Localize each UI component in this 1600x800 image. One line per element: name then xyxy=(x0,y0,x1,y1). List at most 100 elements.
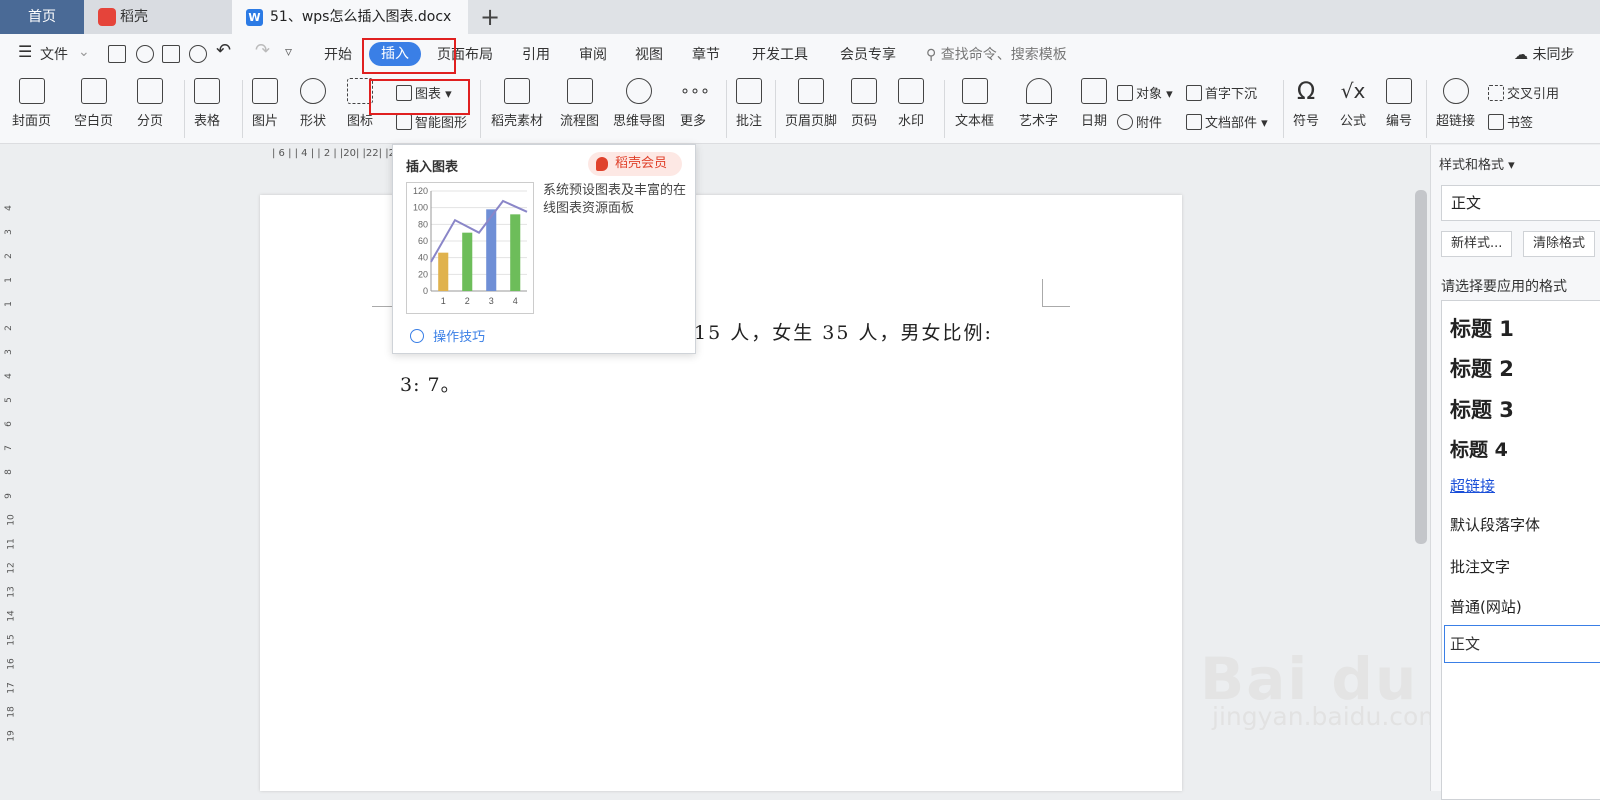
style-item-default-font[interactable]: 默认段落字体 xyxy=(1450,514,1540,535)
tab-home[interactable]: 首页 xyxy=(0,0,84,34)
page-number-button[interactable]: 页码 xyxy=(851,78,877,129)
style-item-hyperlink[interactable]: 超链接 xyxy=(1450,475,1495,496)
divider xyxy=(726,80,727,138)
menu-references[interactable]: 引用 xyxy=(522,44,550,64)
divider xyxy=(775,80,776,138)
command-search[interactable]: ⚲ 查找命令、搜索模板 xyxy=(926,44,1067,64)
textbox-icon xyxy=(961,78,988,104)
numbering-icon xyxy=(1386,78,1412,104)
mindmap-icon xyxy=(626,78,652,104)
redo-icon[interactable]: ↷ xyxy=(255,40,270,61)
flowchart-button[interactable]: 流程图 xyxy=(560,78,599,129)
style-item-heading2[interactable]: 标题 2 xyxy=(1450,353,1514,383)
document-text-line[interactable]: 15 人，女生 35 人，男女比例: xyxy=(694,318,993,345)
menu-file[interactable]: 文件 xyxy=(40,44,68,64)
chart-bar xyxy=(438,252,449,291)
numbering-button[interactable]: 编号 xyxy=(1386,78,1412,129)
header-footer-button[interactable]: 页眉页脚 xyxy=(785,78,837,129)
object-button[interactable]: 对象 ▾ xyxy=(1117,83,1173,102)
page-number-label: 页码 xyxy=(851,114,878,129)
shape-button[interactable]: 形状 xyxy=(300,78,326,129)
menu-member[interactable]: 会员专享 xyxy=(840,44,896,64)
vertical-ruler-number: 2 xyxy=(3,325,14,331)
wordart-icon xyxy=(1025,78,1052,104)
divider xyxy=(1426,80,1427,138)
crossref-icon xyxy=(1488,85,1504,101)
style-item-heading4[interactable]: 标题 4 xyxy=(1450,435,1508,462)
menu-bar: ☰ 文件 ⌄ ↶ ↷ ▿ 开始 插入 页面布局 引用 审阅 视图 章节 开发工具… xyxy=(0,34,1600,74)
blank-page-button[interactable]: 空白页 xyxy=(74,78,113,129)
style-item-normal-web[interactable]: 普通(网站) xyxy=(1450,596,1522,617)
insert-chart-tooltip: 插入图表 稻壳会员 120 100 80 60 40 20 0 1 2 3 4 系统预设图表及丰富的… xyxy=(392,144,696,354)
bookmark-label: 书签 xyxy=(1507,116,1534,131)
style-item-heading3[interactable]: 标题 3 xyxy=(1450,394,1514,424)
tips-link[interactable]: 操作技巧 xyxy=(410,326,485,345)
style-item-heading1[interactable]: 标题 1 xyxy=(1450,313,1514,343)
calendar-icon xyxy=(1081,78,1107,104)
vertical-ruler-number: 17 xyxy=(6,682,17,694)
more-button[interactable]: ∘∘∘ 更多 xyxy=(680,78,710,129)
blank-page-label: 空白页 xyxy=(74,114,114,129)
customize-quick-access-icon[interactable]: ▿ xyxy=(285,44,292,60)
vertical-ruler[interactable]: 4 3 2 1 1 2 3 4 5 6 7 8 9 10 11 12 13 14 15 16 17 18 19 xyxy=(0,167,18,791)
comment-button[interactable]: 批注 xyxy=(736,78,762,129)
new-style-button[interactable]: 新样式... xyxy=(1441,231,1513,257)
menu-start[interactable]: 开始 xyxy=(324,44,352,64)
clear-format-button[interactable]: 清除格式 xyxy=(1523,231,1596,257)
vertical-ruler-number: 5 xyxy=(3,397,14,403)
textbox-label: 文本框 xyxy=(955,114,995,129)
undo-icon[interactable]: ↶ xyxy=(216,40,231,61)
cover-page-button[interactable]: 封面页 xyxy=(12,78,51,129)
style-item-normal-selected[interactable]: 正文 xyxy=(1444,625,1600,663)
dropcap-button[interactable]: 首字下沉 xyxy=(1186,83,1257,102)
mindmap-button[interactable]: 思维导图 xyxy=(613,78,665,129)
symbol-button[interactable]: Ω 符号 xyxy=(1293,78,1319,129)
tab-bar: 首页 稻壳 W 51、wps怎么插入图表.docx + xyxy=(0,0,1600,34)
textbox-button[interactable]: 文本框 xyxy=(955,78,994,129)
chart-ytick-label: 60 xyxy=(418,236,428,246)
hyperlink-button[interactable]: 超链接 xyxy=(1436,78,1475,129)
document-text-line[interactable]: 3: 7。 xyxy=(400,370,461,397)
sync-status[interactable]: ☁ 未同步 xyxy=(1514,44,1574,64)
scrollbar-thumb[interactable] xyxy=(1415,190,1427,544)
save-icon[interactable] xyxy=(108,45,126,63)
menu-view[interactable]: 视图 xyxy=(635,44,663,64)
bookmark-button[interactable]: 书签 xyxy=(1488,112,1533,131)
blank-page-icon xyxy=(80,78,107,104)
tab-daoke[interactable]: 稻壳 xyxy=(84,0,232,34)
print-preview-icon[interactable] xyxy=(189,45,207,63)
print-icon[interactable] xyxy=(162,45,180,63)
style-item-comment-text[interactable]: 批注文字 xyxy=(1450,556,1510,577)
formula-icon: √x xyxy=(1340,79,1366,103)
formula-button[interactable]: √x 公式 xyxy=(1340,78,1366,129)
date-button[interactable]: 日期 xyxy=(1081,78,1107,129)
watermark-button[interactable]: 水印 xyxy=(898,78,924,129)
menu-review[interactable]: 审阅 xyxy=(579,44,607,64)
vertical-ruler-number: 3 xyxy=(3,349,14,355)
table-button[interactable]: 表格 xyxy=(194,78,220,129)
menu-chapter[interactable]: 章节 xyxy=(692,44,720,64)
new-tab-button[interactable]: + xyxy=(478,2,502,32)
header-footer-label: 页眉页脚 xyxy=(785,114,838,129)
crossref-button[interactable]: 交叉引用 xyxy=(1488,83,1559,102)
tab-document[interactable]: W 51、wps怎么插入图表.docx xyxy=(232,0,468,34)
picture-button[interactable]: 图片 xyxy=(252,78,278,129)
page-break-button[interactable]: 分页 xyxy=(137,78,163,129)
menu-developer[interactable]: 开发工具 xyxy=(752,44,808,64)
attachment-button[interactable]: 附件 xyxy=(1117,112,1162,131)
styles-panel-title[interactable]: 样式和格式 ▾ xyxy=(1439,154,1515,173)
vertical-ruler-number: 9 xyxy=(3,493,14,499)
export-pdf-icon[interactable] xyxy=(136,45,154,63)
daoke-material-button[interactable]: 稻壳素材 xyxy=(491,78,543,129)
current-style-field[interactable]: 正文 xyxy=(1441,185,1600,221)
member-badge[interactable]: 稻壳会员 xyxy=(588,152,682,176)
wordart-button[interactable]: 艺术字 xyxy=(1019,78,1058,129)
doc-parts-button[interactable]: 文档部件 ▾ xyxy=(1186,112,1268,131)
chart-ytick-label: 20 xyxy=(418,269,428,279)
shape-icon xyxy=(300,78,326,104)
hamburger-icon[interactable]: ☰ xyxy=(18,42,32,61)
symbol-label: 符号 xyxy=(1293,114,1320,129)
chevron-down-icon[interactable]: ⌄ xyxy=(78,44,90,60)
chart-ytick-label: 80 xyxy=(418,219,428,229)
horizontal-ruler[interactable] xyxy=(0,145,1412,167)
